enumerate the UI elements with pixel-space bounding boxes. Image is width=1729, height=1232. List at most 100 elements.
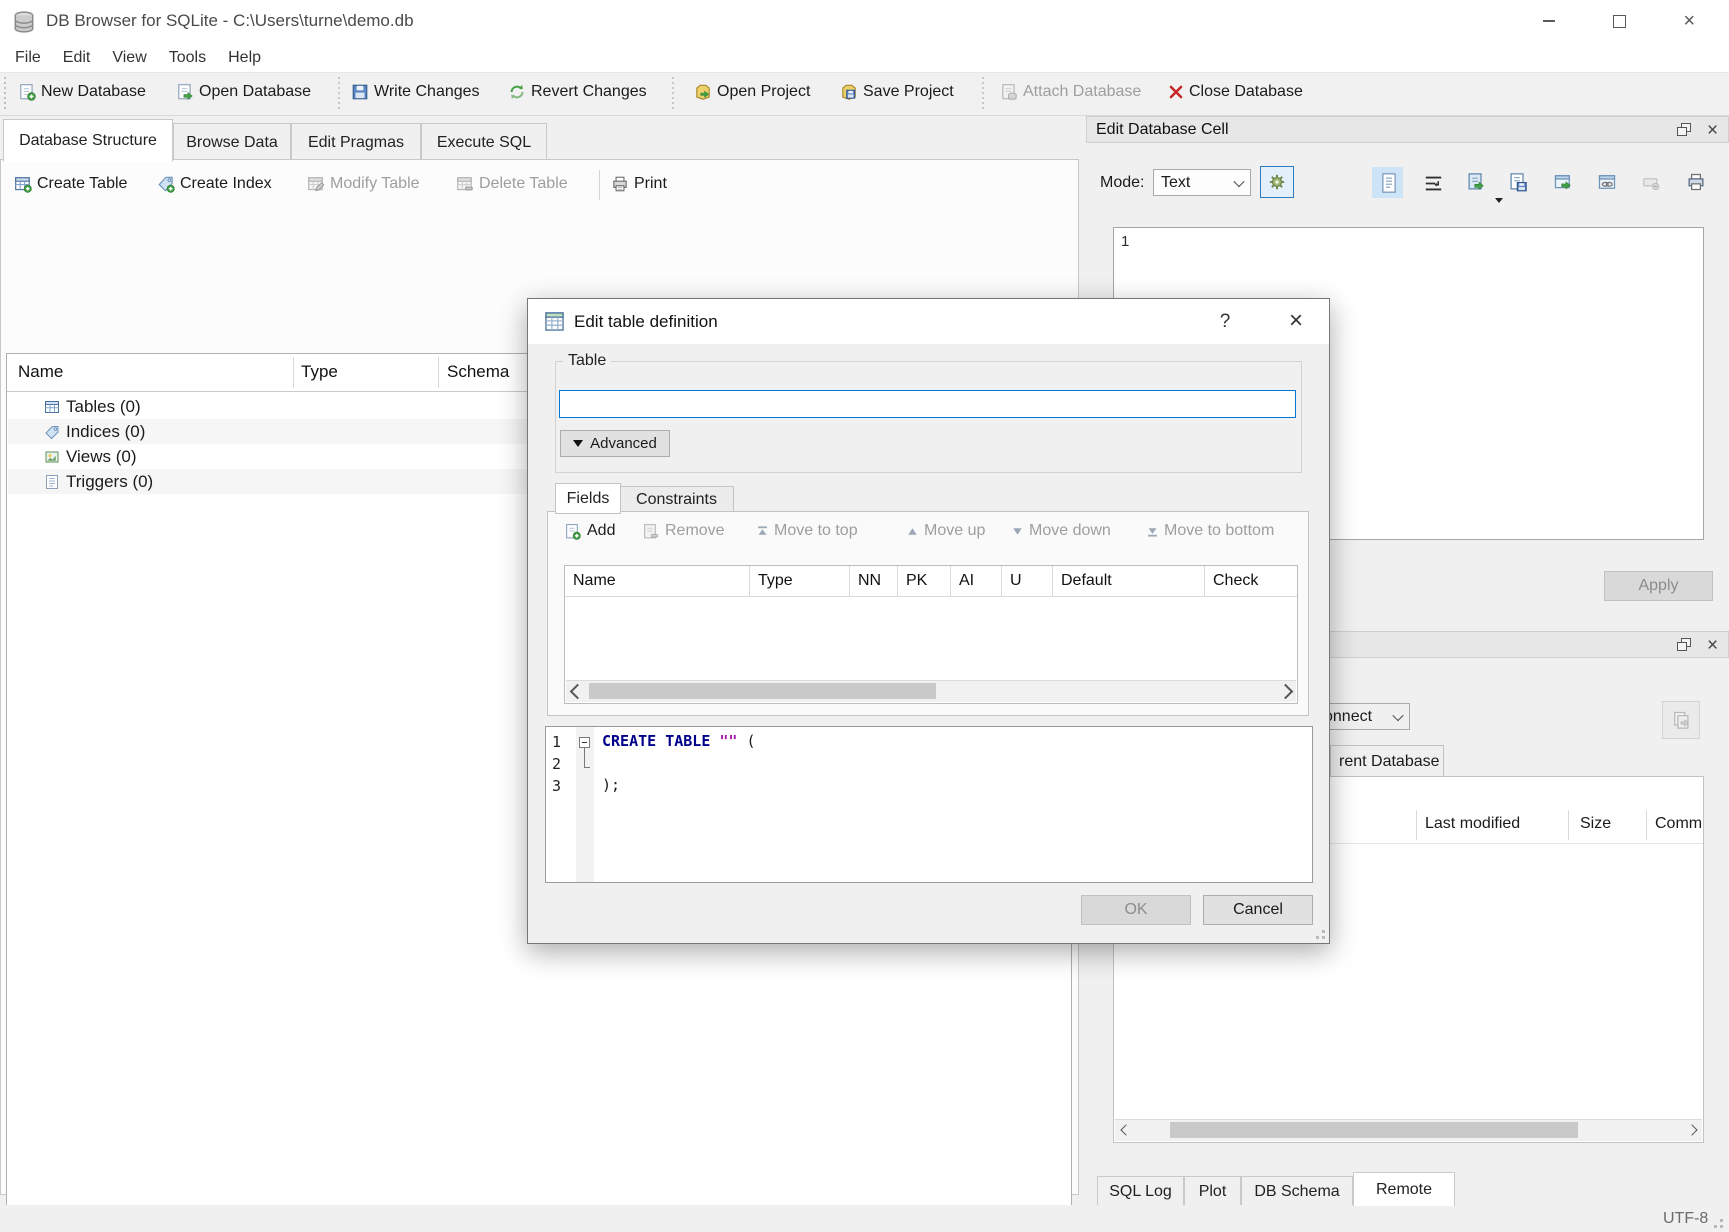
maximize-button[interactable] [1596, 5, 1642, 37]
create-table-button[interactable]: Create Table [14, 175, 127, 193]
open-database-button[interactable]: Open Database [176, 83, 311, 101]
import-cell-button[interactable] [1466, 172, 1486, 192]
scroll-right-icon[interactable] [1274, 681, 1296, 701]
add-label: Add [587, 522, 615, 540]
grid-column-ai[interactable]: AI [951, 566, 1002, 596]
column-header-schema[interactable]: Schema [447, 362, 509, 382]
revert-changes-button[interactable]: Revert Changes [508, 83, 647, 101]
table-name-input[interactable] [559, 390, 1296, 418]
save-project-button[interactable]: Save Project [840, 83, 954, 101]
create-index-button[interactable]: Create Index [157, 175, 272, 193]
column-divider[interactable] [1568, 810, 1569, 840]
column-divider[interactable] [1646, 810, 1647, 840]
sql-keyword: CREATE TABLE [602, 732, 710, 750]
dock-close-button[interactable]: × [1707, 121, 1718, 140]
new-database-label: New Database [41, 83, 146, 101]
open-in-window-button[interactable] [1553, 172, 1573, 192]
import-dropdown-arrow[interactable] [1495, 198, 1503, 203]
link-cell-button[interactable] [1597, 172, 1617, 192]
tab-database-structure[interactable]: Database Structure [3, 119, 173, 162]
new-database-button[interactable]: New Database [18, 83, 146, 101]
app-icon [12, 10, 36, 34]
scroll-left-icon[interactable] [1115, 1120, 1136, 1140]
scrollbar-thumb[interactable] [1170, 1122, 1578, 1138]
encoding-indicator[interactable]: UTF-8 [1663, 1210, 1708, 1228]
close-database-button[interactable]: Close Database [1168, 83, 1303, 101]
tab-fields[interactable]: Fields [555, 483, 621, 514]
menu-view[interactable]: View [101, 44, 157, 72]
print-button[interactable]: Print [611, 175, 667, 193]
column-header-name[interactable]: Name [18, 362, 63, 382]
remove-field-button: Remove [642, 522, 725, 540]
table-group-label: Table [563, 352, 611, 370]
sql-code-line-1: CREATE TABLE "" ( [602, 732, 756, 750]
column-divider[interactable] [1416, 810, 1417, 840]
minimize-button[interactable] [1526, 5, 1572, 37]
tab-plot[interactable]: Plot [1184, 1176, 1241, 1207]
chevron-down-icon [1233, 175, 1244, 186]
grid-column-pk[interactable]: PK [898, 566, 951, 596]
move-down-button: Move down [1012, 522, 1111, 540]
tab-db-schema[interactable]: DB Schema [1241, 1176, 1353, 1207]
tab-browse-data[interactable]: Browse Data [173, 123, 291, 162]
tree-row-label: Views (0) [66, 447, 137, 467]
menu-tools[interactable]: Tools [158, 44, 217, 72]
column-header-commit[interactable]: Comm [1655, 815, 1702, 833]
text-mode-button[interactable] [1379, 172, 1399, 194]
dock-close-button[interactable]: × [1707, 636, 1718, 655]
code-fold-icon[interactable] [579, 737, 590, 748]
connect-select[interactable]: onnect [1316, 703, 1410, 730]
app-window: DB Browser for SQLite - C:\Users\turne\d… [0, 0, 1729, 1232]
menu-help[interactable]: Help [217, 44, 272, 72]
open-project-button[interactable]: Open Project [694, 83, 810, 101]
grid-column-nn[interactable]: NN [850, 566, 898, 596]
dialog-help-button[interactable]: ? [1207, 307, 1243, 337]
column-divider[interactable] [293, 357, 294, 388]
grid-column-type[interactable]: Type [750, 566, 850, 596]
tree-row-label: Indices (0) [66, 422, 145, 442]
menu-edit[interactable]: Edit [52, 44, 102, 72]
grid-column-check[interactable]: Check [1205, 566, 1297, 596]
tab-execute-sql[interactable]: Execute SQL [421, 123, 547, 162]
advanced-button[interactable]: Advanced [560, 430, 670, 457]
write-changes-button[interactable]: Write Changes [351, 83, 480, 101]
add-icon [564, 523, 581, 540]
tab-edit-pragmas[interactable]: Edit Pragmas [291, 123, 421, 162]
scroll-left-icon[interactable] [566, 681, 588, 701]
fold-guide [584, 767, 590, 768]
remote-push-icon [1671, 710, 1691, 730]
export-cell-button[interactable] [1508, 172, 1528, 192]
tab-sql-log[interactable]: SQL Log [1097, 1176, 1184, 1207]
mode-select[interactable]: Text [1153, 169, 1251, 196]
column-header-last-modified[interactable]: Last modified [1425, 815, 1520, 833]
add-field-button[interactable]: Add [564, 522, 615, 540]
column-header-size[interactable]: Size [1580, 815, 1611, 833]
remote-horizontal-scrollbar[interactable] [1115, 1119, 1702, 1141]
move-up-button: Move up [907, 522, 985, 540]
grid-column-default[interactable]: Default [1053, 566, 1205, 596]
cancel-button[interactable]: Cancel [1203, 895, 1313, 925]
scrollbar-thumb[interactable] [589, 683, 936, 699]
grid-column-u[interactable]: U [1002, 566, 1053, 596]
dialog-title-bar[interactable]: Edit table definition ? × [528, 299, 1329, 344]
print-cell-button[interactable] [1686, 172, 1706, 192]
tab-current-database[interactable]: rent Database [1330, 745, 1444, 777]
grid-column-name[interactable]: Name [565, 566, 750, 596]
mode-value: Text [1161, 174, 1190, 192]
dialog-resize-grip[interactable] [1314, 928, 1327, 941]
print-icon [611, 175, 629, 193]
column-header-type[interactable]: Type [301, 362, 338, 382]
tab-remote[interactable]: Remote [1353, 1172, 1455, 1207]
window-close-button[interactable]: × [1666, 5, 1712, 37]
scroll-right-icon[interactable] [1681, 1120, 1702, 1140]
grid-horizontal-scrollbar[interactable] [566, 680, 1296, 702]
menu-file[interactable]: File [4, 44, 52, 72]
window-title: DB Browser for SQLite - C:\Users\turne\d… [46, 11, 414, 31]
status-bar: UTF-8 [0, 1205, 1729, 1232]
resize-grip[interactable] [1712, 1217, 1725, 1230]
word-wrap-button[interactable] [1424, 175, 1443, 192]
auto-detect-mode-button[interactable] [1260, 166, 1294, 198]
column-divider[interactable] [438, 357, 439, 388]
tab-constraints[interactable]: Constraints [619, 486, 734, 514]
dialog-close-button[interactable]: × [1276, 305, 1316, 337]
